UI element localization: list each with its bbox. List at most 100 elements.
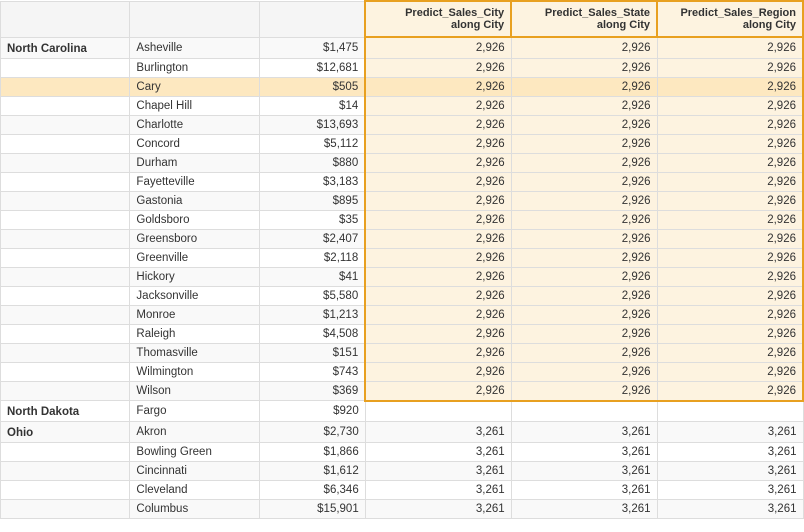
cell-predict-3: 3,261 bbox=[657, 462, 803, 481]
cell-city: Monroe bbox=[130, 305, 259, 324]
table-row: Columbus$15,9013,2613,2613,261 bbox=[1, 500, 804, 519]
cell-state bbox=[1, 500, 130, 519]
cell-predict-3: 2,926 bbox=[657, 134, 803, 153]
cell-predict-3: 2,926 bbox=[657, 191, 803, 210]
cell-predict-1: 2,926 bbox=[365, 191, 511, 210]
cell-predict-1: 2,926 bbox=[365, 286, 511, 305]
cell-predict-3: 2,926 bbox=[657, 77, 803, 96]
table-row: Cary$5052,9262,9262,926 bbox=[1, 77, 804, 96]
cell-predict-1: 2,926 bbox=[365, 153, 511, 172]
cell-sales: $920 bbox=[259, 401, 365, 422]
col-predict1: Predict_Sales_City along City bbox=[365, 1, 511, 37]
cell-predict-1: 2,926 bbox=[365, 248, 511, 267]
cell-city: Hickory bbox=[130, 267, 259, 286]
cell-predict-1: 2,926 bbox=[365, 229, 511, 248]
cell-predict-2: 3,261 bbox=[511, 443, 657, 462]
cell-state bbox=[1, 443, 130, 462]
cell-state bbox=[1, 172, 130, 191]
cell-predict-1 bbox=[365, 401, 511, 422]
cell-state bbox=[1, 343, 130, 362]
cell-predict-3: 2,926 bbox=[657, 58, 803, 77]
cell-predict-2: 2,926 bbox=[511, 153, 657, 172]
cell-predict-3: 3,261 bbox=[657, 500, 803, 519]
cell-predict-1: 2,926 bbox=[365, 210, 511, 229]
cell-sales: $2,118 bbox=[259, 248, 365, 267]
table-row: Greensboro$2,4072,9262,9262,926 bbox=[1, 229, 804, 248]
table-row: North CarolinaAsheville$1,4752,9262,9262… bbox=[1, 37, 804, 58]
cell-sales: $505 bbox=[259, 77, 365, 96]
cell-predict-3: 2,926 bbox=[657, 305, 803, 324]
cell-predict-1: 3,261 bbox=[365, 422, 511, 443]
cell-state bbox=[1, 115, 130, 134]
cell-city: Thomasville bbox=[130, 343, 259, 362]
cell-sales: $15,901 bbox=[259, 500, 365, 519]
cell-predict-2: 2,926 bbox=[511, 210, 657, 229]
cell-city: Bowling Green bbox=[130, 443, 259, 462]
cell-state bbox=[1, 462, 130, 481]
cell-predict-3: 2,926 bbox=[657, 229, 803, 248]
cell-city: Fargo bbox=[130, 401, 259, 422]
cell-city: Durham bbox=[130, 153, 259, 172]
cell-sales: $41 bbox=[259, 267, 365, 286]
cell-predict-1: 2,926 bbox=[365, 267, 511, 286]
table-row: Burlington$12,6812,9262,9262,926 bbox=[1, 58, 804, 77]
cell-predict-2: 2,926 bbox=[511, 248, 657, 267]
table-row: Fayetteville$3,1832,9262,9262,926 bbox=[1, 172, 804, 191]
table-row: Hickory$412,9262,9262,926 bbox=[1, 267, 804, 286]
cell-predict-2 bbox=[511, 401, 657, 422]
cell-city: Charlotte bbox=[130, 115, 259, 134]
cell-state bbox=[1, 248, 130, 267]
cell-predict-1: 2,926 bbox=[365, 37, 511, 58]
cell-state bbox=[1, 58, 130, 77]
cell-city: Wilmington bbox=[130, 362, 259, 381]
cell-city: Chapel Hill bbox=[130, 96, 259, 115]
cell-state bbox=[1, 210, 130, 229]
col-predict3: Predict_Sales_Region along City bbox=[657, 1, 803, 37]
cell-sales: $1,612 bbox=[259, 462, 365, 481]
cell-predict-3: 2,926 bbox=[657, 96, 803, 115]
cell-city: Concord bbox=[130, 134, 259, 153]
cell-predict-1: 2,926 bbox=[365, 172, 511, 191]
cell-predict-3: 3,261 bbox=[657, 481, 803, 500]
cell-sales: $1,213 bbox=[259, 305, 365, 324]
cell-state bbox=[1, 381, 130, 401]
cell-predict-2: 3,261 bbox=[511, 462, 657, 481]
cell-predict-2: 2,926 bbox=[511, 77, 657, 96]
cell-predict-2: 2,926 bbox=[511, 381, 657, 401]
cell-predict-2: 2,926 bbox=[511, 267, 657, 286]
cell-state bbox=[1, 77, 130, 96]
cell-predict-2: 2,926 bbox=[511, 115, 657, 134]
data-table: Predict_Sales_City along City Predict_Sa… bbox=[0, 0, 804, 519]
cell-predict-3: 2,926 bbox=[657, 343, 803, 362]
cell-predict-3 bbox=[657, 401, 803, 422]
table-row: Durham$8802,9262,9262,926 bbox=[1, 153, 804, 172]
cell-sales: $4,508 bbox=[259, 324, 365, 343]
cell-city: Akron bbox=[130, 422, 259, 443]
cell-city: Wilson bbox=[130, 381, 259, 401]
cell-state: Ohio bbox=[1, 422, 130, 443]
cell-predict-1: 3,261 bbox=[365, 462, 511, 481]
cell-city: Gastonia bbox=[130, 191, 259, 210]
cell-sales: $14 bbox=[259, 96, 365, 115]
cell-state: North Carolina bbox=[1, 37, 130, 58]
table-row: Goldsboro$352,9262,9262,926 bbox=[1, 210, 804, 229]
table-row: Wilson$3692,9262,9262,926 bbox=[1, 381, 804, 401]
cell-predict-2: 2,926 bbox=[511, 324, 657, 343]
table-row: Raleigh$4,5082,9262,9262,926 bbox=[1, 324, 804, 343]
cell-state bbox=[1, 305, 130, 324]
cell-sales: $6,346 bbox=[259, 481, 365, 500]
cell-predict-3: 2,926 bbox=[657, 210, 803, 229]
cell-sales: $12,681 bbox=[259, 58, 365, 77]
table-row: Gastonia$8952,9262,9262,926 bbox=[1, 191, 804, 210]
cell-predict-3: 2,926 bbox=[657, 286, 803, 305]
cell-predict-1: 2,926 bbox=[365, 96, 511, 115]
cell-sales: $3,183 bbox=[259, 172, 365, 191]
cell-sales: $151 bbox=[259, 343, 365, 362]
cell-predict-2: 2,926 bbox=[511, 96, 657, 115]
cell-predict-2: 3,261 bbox=[511, 481, 657, 500]
cell-predict-1: 2,926 bbox=[365, 381, 511, 401]
cell-sales: $1,475 bbox=[259, 37, 365, 58]
cell-predict-2: 2,926 bbox=[511, 58, 657, 77]
cell-sales: $895 bbox=[259, 191, 365, 210]
table-row: Cleveland$6,3463,2613,2613,261 bbox=[1, 481, 804, 500]
